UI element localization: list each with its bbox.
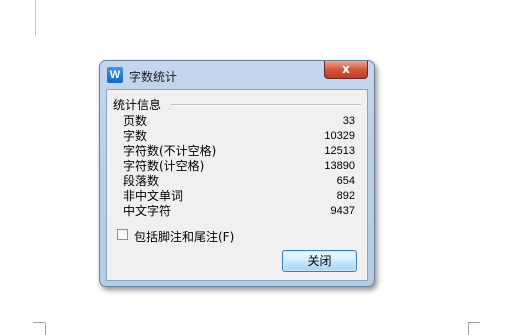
- word-count-dialog: W 字数统计 x 统计信息 页数 33 字数 10329 字符数(不计空格) 1…: [99, 60, 375, 287]
- stat-value: 33: [342, 115, 355, 127]
- dialog-title: 字数统计: [129, 70, 178, 84]
- stat-row-chars-no-spaces: 字符数(不计空格) 12513: [123, 144, 355, 159]
- stat-label: 段落数: [123, 174, 160, 188]
- stat-row-chinese-chars: 中文字符 9437: [123, 204, 355, 219]
- stat-value: 12513: [324, 145, 355, 157]
- stats-list: 页数 33 字数 10329 字符数(不计空格) 12513 字符数(计空格) …: [123, 114, 355, 219]
- dialog-content: 统计信息 页数 33 字数 10329 字符数(不计空格) 12513 字符数(…: [106, 89, 368, 281]
- stat-label: 字符数(计空格): [123, 159, 205, 173]
- stat-row-paragraphs: 段落数 654: [123, 174, 355, 189]
- stat-row-non-chinese-words: 非中文单词 892: [123, 189, 355, 204]
- stat-label: 字数: [123, 129, 148, 143]
- stat-value: 13890: [324, 160, 355, 172]
- crop-mark-top: [35, 0, 36, 36]
- stat-value: 892: [336, 190, 355, 202]
- dialog-titlebar[interactable]: W 字数统计 x: [100, 61, 374, 88]
- stat-label: 页数: [123, 114, 148, 128]
- stat-row-words: 字数 10329: [123, 129, 355, 144]
- stat-row-chars-with-spaces: 字符数(计空格) 13890: [123, 159, 355, 174]
- stat-label: 中文字符: [123, 204, 172, 218]
- crop-mark-bottom-right: [468, 322, 480, 335]
- close-button[interactable]: 关闭: [282, 250, 357, 272]
- stat-row-pages: 页数 33: [123, 114, 355, 129]
- include-footnotes-checkbox[interactable]: [117, 229, 128, 240]
- stat-label: 非中文单词: [123, 189, 184, 203]
- group-label: 统计信息: [113, 98, 162, 112]
- close-icon[interactable]: x: [324, 61, 368, 79]
- stat-value: 9437: [330, 205, 355, 217]
- include-footnotes-label[interactable]: 包括脚注和尾注(F): [134, 228, 234, 245]
- group-divider: [171, 104, 361, 106]
- crop-mark-bottom-left: [33, 322, 46, 335]
- stat-value: 10329: [324, 130, 355, 142]
- stat-value: 654: [336, 175, 355, 187]
- stat-label: 字符数(不计空格): [123, 144, 217, 158]
- wps-writer-icon: W: [107, 67, 123, 83]
